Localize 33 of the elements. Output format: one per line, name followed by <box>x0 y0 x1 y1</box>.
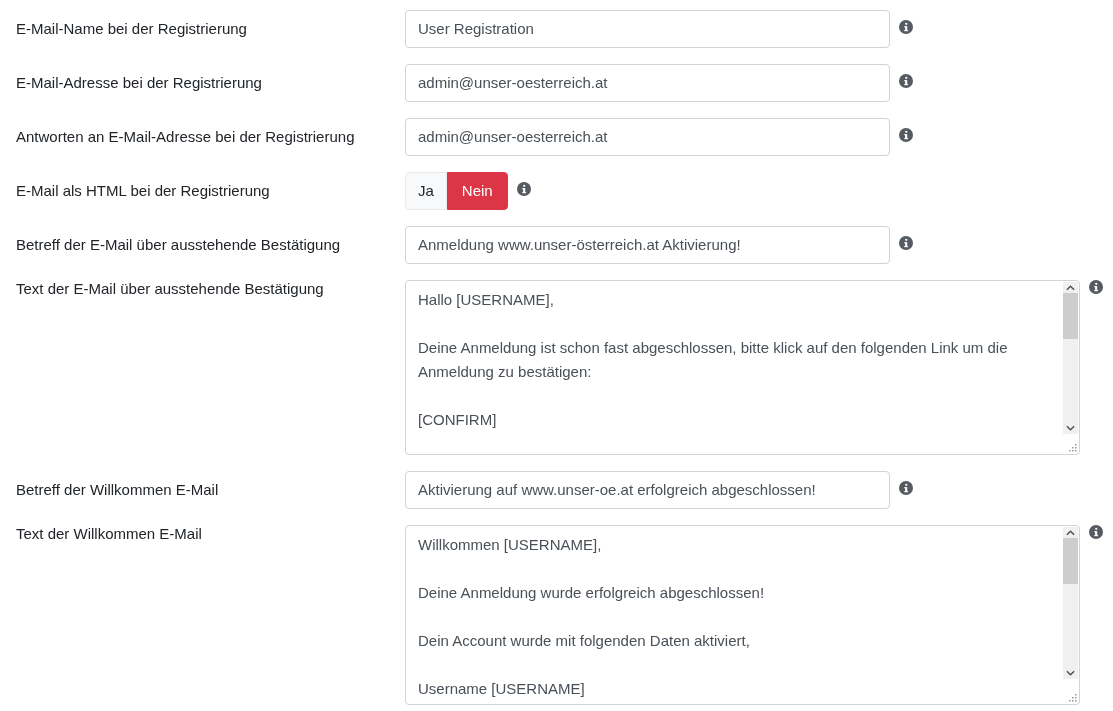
resize-handle[interactable] <box>1069 694 1077 702</box>
scroll-up-icon[interactable] <box>1066 285 1075 291</box>
info-icon[interactable] <box>899 128 913 142</box>
toggle-button[interactable]: Nein <box>446 172 508 210</box>
info-icon[interactable] <box>899 20 913 34</box>
info-icon[interactable] <box>516 182 531 196</box>
field-label: Text der E-Mail über ausstehende Bestätigung <box>16 279 325 299</box>
info-icon[interactable] <box>899 74 913 88</box>
toggle-button[interactable]: Ja <box>405 172 447 210</box>
info-icon[interactable] <box>899 481 913 495</box>
input-field[interactable]: User Registration <box>405 10 890 48</box>
input-field[interactable]: admin@unser-oesterreich.at <box>405 118 890 156</box>
scrollbar[interactable] <box>1063 282 1078 434</box>
input-field[interactable]: Aktivierung auf www.unser-oe.at erfolgreich abgeschlossen! <box>405 471 890 509</box>
info-icon[interactable] <box>899 236 913 250</box>
input-field[interactable]: Anmeldung www.unser-österreich.at Aktivierung! <box>405 226 890 264</box>
resize-handle[interactable] <box>1069 444 1077 452</box>
input-field[interactable]: admin@unser-oesterreich.at <box>405 64 890 102</box>
field-label: E-Mail als HTML bei der Registrierung <box>16 181 271 201</box>
field-label: E-Mail-Adresse bei der Registrierung <box>16 73 263 93</box>
info-icon[interactable] <box>1089 280 1103 294</box>
info-icon[interactable] <box>1089 525 1103 539</box>
field-label: Betreff der Willkommen E-Mail <box>16 480 220 500</box>
scroll-down-icon[interactable] <box>1066 425 1075 431</box>
field-label: Betreff der E-Mail über ausstehende Bestätigung <box>16 235 342 255</box>
field-label: Antworten an E-Mail-Adresse bei der Registrierung <box>16 127 356 147</box>
field-label: Text der Willkommen E-Mail <box>16 524 203 544</box>
text-area[interactable]: Hallo [USERNAME], Deine Anmeldung ist schon fast abgeschlossen, bitte klick auf den folgenden Link um die Anmeldung zu bestätigen: [CONFIRM] <box>405 280 1080 455</box>
scrollbar[interactable] <box>1063 527 1078 679</box>
text-area[interactable]: Willkommen [USERNAME], Deine Anmeldung wurde erfolgreich abgeschlossen! Dein Account wurde mit folgenden Daten aktiviert, Username [USERNAME] <box>405 525 1080 705</box>
scroll-up-icon[interactable] <box>1066 530 1075 536</box>
field-label: E-Mail-Name bei der Registrierung <box>16 19 248 39</box>
scroll-down-icon[interactable] <box>1066 670 1075 676</box>
